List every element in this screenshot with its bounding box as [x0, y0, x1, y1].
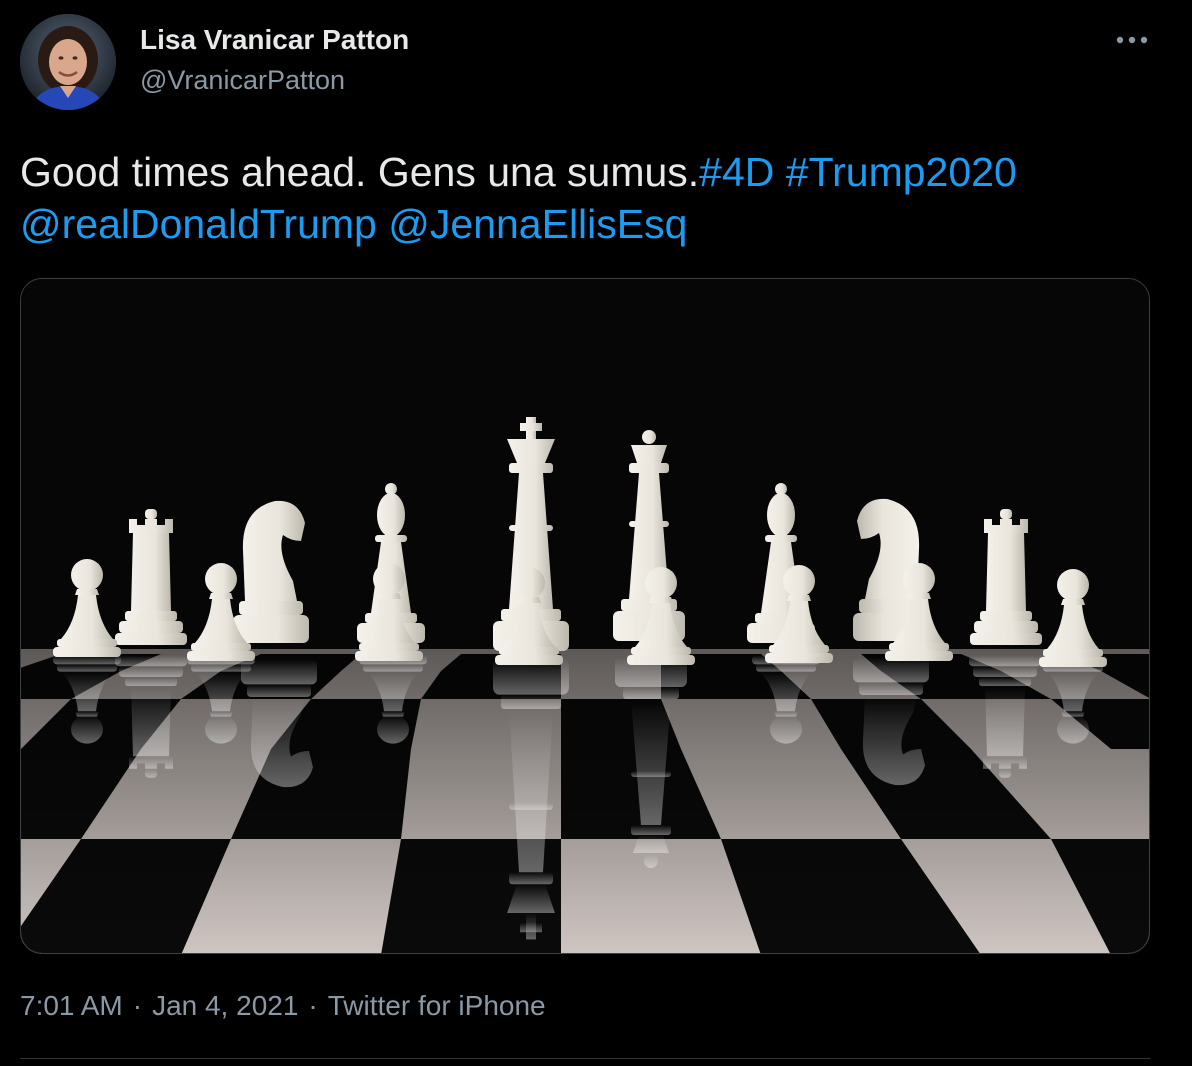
tweet-source[interactable]: Twitter for iPhone	[328, 990, 546, 1021]
author-display-name[interactable]: Lisa Vranicar Patton	[140, 22, 409, 58]
hashtag-4d-link[interactable]: #4D	[699, 149, 774, 195]
tweet-time[interactable]: 7:01 AM	[20, 990, 123, 1021]
chess-photo-icon	[21, 279, 1149, 953]
mention-realdonaldtrump-link[interactable]: @realDonaldTrump	[20, 201, 377, 247]
separator: ·	[308, 990, 318, 1021]
profile-photo-icon	[20, 14, 116, 110]
tweet-body-text: Good times ahead. Gens una sumus.	[20, 149, 700, 195]
avatar[interactable]	[20, 14, 116, 110]
tweet-metadata: 7:01 AM · Jan 4, 2021 · Twitter for iPhone	[20, 986, 546, 1026]
separator: ·	[132, 990, 143, 1021]
mention-jennaellisesq-link[interactable]: @JennaEllisEsq	[388, 201, 687, 247]
hashtag-trump2020-link[interactable]: #Trump2020	[786, 149, 1017, 195]
tweet-date[interactable]: Jan 4, 2021	[152, 990, 298, 1021]
divider	[20, 1058, 1150, 1059]
author-handle[interactable]: @VranicarPatton	[140, 62, 345, 98]
tweet-media-image[interactable]	[20, 278, 1150, 954]
more-options-icon[interactable]	[1110, 22, 1154, 58]
tweet-text: Good times ahead. Gens una sumus.#4D #Tr…	[20, 146, 1180, 250]
